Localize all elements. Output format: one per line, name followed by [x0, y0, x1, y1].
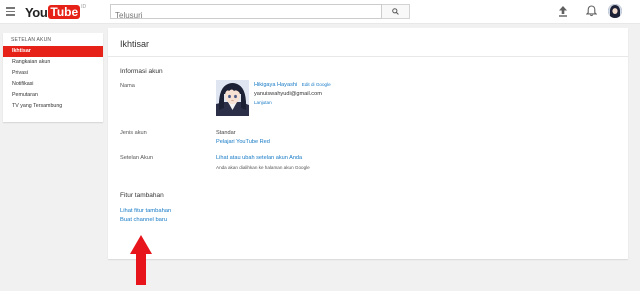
sidebar-heading: SETELAN AKUN	[11, 37, 52, 43]
avatar[interactable]	[608, 4, 622, 18]
display-name: Hikigaya Hayashi	[254, 82, 298, 88]
menu-icon[interactable]	[6, 7, 15, 16]
sidebar-item-tv-tersambung[interactable]: TV yang Tersambung	[3, 101, 103, 112]
edit-on-google-link[interactable]: Edit di Google	[302, 82, 331, 87]
display-name-line: Hikigaya Hayashi Edit di Google	[254, 82, 331, 88]
search-button[interactable]	[382, 4, 410, 19]
view-change-settings-link[interactable]: Lihat atau ubah setelan akun Anda	[216, 155, 302, 161]
youtube-logo[interactable]: You Tube ID	[25, 4, 86, 20]
upload-icon[interactable]	[558, 6, 568, 17]
account-info-heading: Informasi akun	[120, 68, 163, 75]
arrow-annotation	[130, 235, 152, 285]
search-box	[110, 4, 382, 22]
name-label: Nama	[120, 83, 135, 89]
sidebar-item-rangkaian-akun[interactable]: Rangkaian akun	[3, 57, 103, 68]
sidebar-item-ikhtisar[interactable]: Ikhtisar	[3, 46, 103, 57]
view-additional-features-link[interactable]: Lihat fitur tambahan	[120, 208, 171, 214]
additional-features-heading: Fitur tambahan	[120, 192, 164, 199]
page-title: Ikhtisar	[120, 39, 150, 49]
logo-region-text: ID	[81, 4, 87, 10]
sidebar-item-notifikasi[interactable]: Notifikasi	[3, 79, 103, 90]
sidebar-item-pemutaran[interactable]: Pemutaran	[3, 90, 103, 101]
learn-youtube-red-link[interactable]: Pelajari YouTube Red	[216, 139, 270, 145]
logo-tube-text: Tube	[48, 5, 81, 19]
logo-you-text: You	[25, 4, 48, 20]
bell-icon[interactable]	[586, 5, 597, 17]
account-settings-label: Setelan Akun	[120, 155, 153, 161]
sidebar-item-privasi[interactable]: Privasi	[3, 68, 103, 79]
create-new-channel-link[interactable]: Buat channel baru	[120, 217, 167, 223]
title-divider	[108, 56, 628, 57]
account-type-label: Jenis akun	[120, 130, 147, 136]
account-type-value: Standar	[216, 130, 236, 136]
search-icon	[392, 8, 399, 15]
advanced-link[interactable]: Lanjutan	[254, 100, 272, 105]
account-email: yanuiswahyudi@gmail.com	[254, 91, 322, 97]
settings-sidebar: SETELAN AKUN Ikhtisar Rangkaian akun Pri…	[3, 33, 103, 122]
overview-panel: Ikhtisar Informasi akun Nama Hikigaya Ha…	[108, 28, 628, 259]
search-input[interactable]	[111, 9, 381, 22]
redirect-note: Anda akan dialihkan ke halaman akun Goog…	[216, 165, 310, 170]
profile-picture	[216, 80, 249, 116]
masthead: You Tube ID	[0, 0, 640, 24]
